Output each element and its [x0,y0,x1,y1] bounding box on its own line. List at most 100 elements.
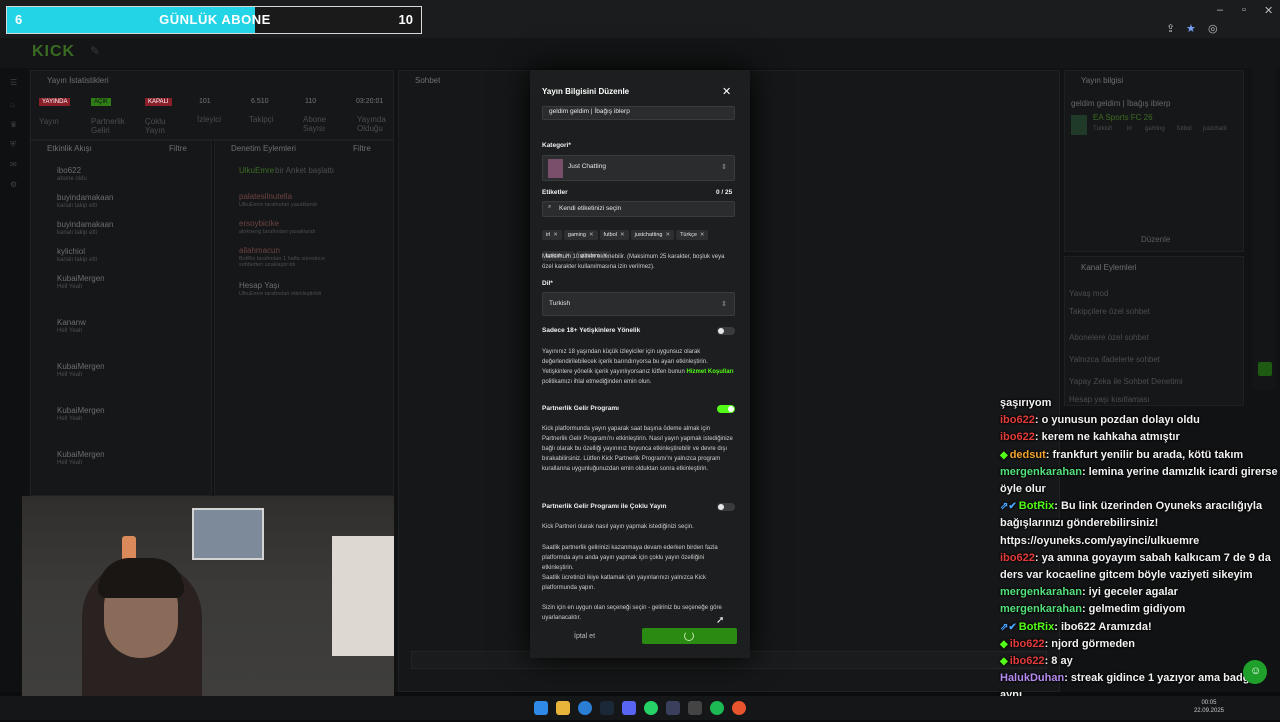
home-icon[interactable]: ⌂ [10,100,15,109]
green-action-icon[interactable] [1258,362,1272,376]
obs-icon[interactable] [688,701,702,715]
tag-chip[interactable]: justchatting ✕ [630,230,675,240]
category-select[interactable]: Just Chatting ⇕ [542,155,735,181]
activity-filter[interactable]: Filtre [169,144,187,153]
chat-username[interactable]: ibo622 [1000,431,1035,443]
moderation-user: UlkuEmre [239,166,275,175]
chat-username[interactable]: ibo622 [1000,552,1035,564]
moderation-filter[interactable]: Filtre [353,144,371,153]
chat-message-text: : gelmedim gidiyom [1081,603,1186,616]
edit-stream-button[interactable]: Düzenle [1141,235,1170,244]
moderation-user: ersoybicike [239,219,280,228]
chat-title: Sohbet [415,76,441,85]
cancel-button[interactable]: İptal et [574,633,595,640]
stats-panel: Yayın İstatistikleri YAYINDA AÇIK KAPALI… [30,70,394,140]
language-value: Turkish [549,300,571,307]
chat-message-text: : frankfurt yenilir bu arada, kötü takım [1045,448,1244,461]
activity-event: Hell Yeah [57,416,83,422]
multistream-toggle[interactable] [717,503,735,511]
terms-link[interactable]: Hizmet Koşulları [687,369,734,375]
tools-icon[interactable]: ✎ [90,44,100,58]
stream-info-name: geldim geldim | İbağış iblerp [1071,99,1171,108]
adult-toggle[interactable] [717,327,735,335]
channel-action[interactable]: Yapay Zeka ile Sohbet Denetimi [1069,377,1183,386]
chat-bubble-button[interactable]: ☺ [1243,660,1267,684]
maximize-icon[interactable]: ▫ [1242,4,1246,16]
whatsapp-icon[interactable] [644,701,658,715]
chat-username[interactable]: ibo622 [1010,638,1045,650]
tags-placeholder: Kendi etiketinizi seçin [559,205,622,212]
channel-action[interactable]: Yalnızca ifadelerle sohbet [1069,355,1160,364]
stream-info-title: Yayın bilgisi [1081,76,1124,85]
tag-chip[interactable]: irl ✕ [542,230,562,240]
channel-action[interactable]: Abonelere özel sohbet [1069,333,1149,342]
chat-username[interactable]: dedsut [1010,449,1046,461]
spotify-icon[interactable] [710,701,724,715]
search-icon: ⌕ [548,204,552,210]
browser-icon[interactable] [732,701,746,715]
chevron-updown-icon: ⇕ [721,301,727,308]
channel-actions-title: Kanal Eylemleri [1081,263,1137,272]
overlay-chat-message: ibo622: o yunusun pozdan dolayı oldu [1000,412,1280,429]
tag-chip[interactable]: gaming ✕ [563,230,598,240]
window-close-icon[interactable]: ✕ [1264,4,1273,17]
stream-info-tag: Turkish [1093,126,1113,132]
chat-message-text: : iyi geceler agalar [1081,586,1178,599]
activity-event: Hell Yeah [57,460,83,466]
tag-chip[interactable]: Türkçe ✕ [676,230,709,240]
overlay-chat-message: ibo622: kerem ne kahkaha atmıştır [1000,429,1280,446]
multistream-help: Sizin için en uygun olan seçeneği seçin … [542,605,722,621]
subscriber-goal-bar: 6 GÜNLÜK ABONE 10 [6,6,422,34]
windows-start-icon[interactable] [534,701,548,715]
app-icon[interactable] [666,701,680,715]
discord-icon[interactable] [622,701,636,715]
partner-toggle[interactable] [717,405,735,413]
chat-username[interactable]: ibo622 [1010,655,1045,667]
stream-info-tag: futbol [1177,126,1192,132]
chat-username[interactable]: mergenkarahan [1000,603,1082,615]
goal-target: 10 [398,12,413,27]
trophy-icon[interactable]: ♛ [10,120,17,129]
save-button[interactable] [642,628,737,644]
shelf [332,536,394,656]
menu-icon[interactable]: ☰ [10,78,17,87]
moderation-event: bir Anket başlattı [275,166,335,175]
taskbar-clock[interactable]: 00:05 22.09.2025 [1194,699,1224,715]
close-icon[interactable]: ✕ [722,85,731,98]
edge-icon[interactable] [578,701,592,715]
stat-value: 03:20:01 [356,98,384,105]
tags-input[interactable]: ⌕ Kendi etiketinizi seçin [542,201,735,217]
stat-label: Partnerlik Geliri [91,117,125,135]
chat-message-text: : njord görmeden [1044,637,1136,650]
chat-username[interactable]: BotRix [1019,500,1054,512]
extensions-icon[interactable]: ◎ [1208,22,1218,35]
activity-event: abone oldu [57,176,87,182]
steam-icon[interactable] [600,701,614,715]
settings-icon[interactable]: ⚙ [10,180,17,189]
shield-icon[interactable]: ⛨ [10,140,16,150]
gift-icon[interactable]: ✉ [10,160,17,169]
clock-date: 22.09.2025 [1193,708,1224,714]
partner-badge: AÇIK [91,98,112,106]
chat-username[interactable]: BotRix [1019,621,1054,633]
chat-username[interactable]: ibo622 [1000,414,1035,426]
bookmark-star-icon[interactable]: ★ [1186,22,1196,35]
channel-action[interactable]: Takipçilere özel sohbet [1069,307,1150,316]
language-select[interactable]: Turkish ⇕ [542,292,735,316]
moderation-event: alokoeng tarafından yasaklandı [239,229,316,235]
activity-user: KubaiMergen [57,274,105,283]
share-icon[interactable]: ⇪ [1166,22,1175,35]
chat-username[interactable]: mergenkarahan [1000,586,1082,598]
kick-logo[interactable]: KICK [32,43,75,61]
stream-info-tag: gaming [1145,126,1165,132]
chat-username[interactable]: mergenkarahan [1000,466,1082,478]
channel-action[interactable]: Yavaş mod [1069,289,1108,298]
chat-username[interactable]: HalukDuhan [1000,672,1064,684]
mouse-cursor-icon: ➚ [716,615,725,626]
stat-value: 6.510 [251,98,269,105]
tag-chip[interactable]: futbol ✕ [599,230,629,240]
minimize-icon[interactable]: – [1217,4,1223,16]
chat-badge-icon: ◆ [1000,656,1008,668]
file-explorer-icon[interactable] [556,701,570,715]
stream-title-input[interactable]: geldim geldim | İbağış iblerp [542,106,735,120]
